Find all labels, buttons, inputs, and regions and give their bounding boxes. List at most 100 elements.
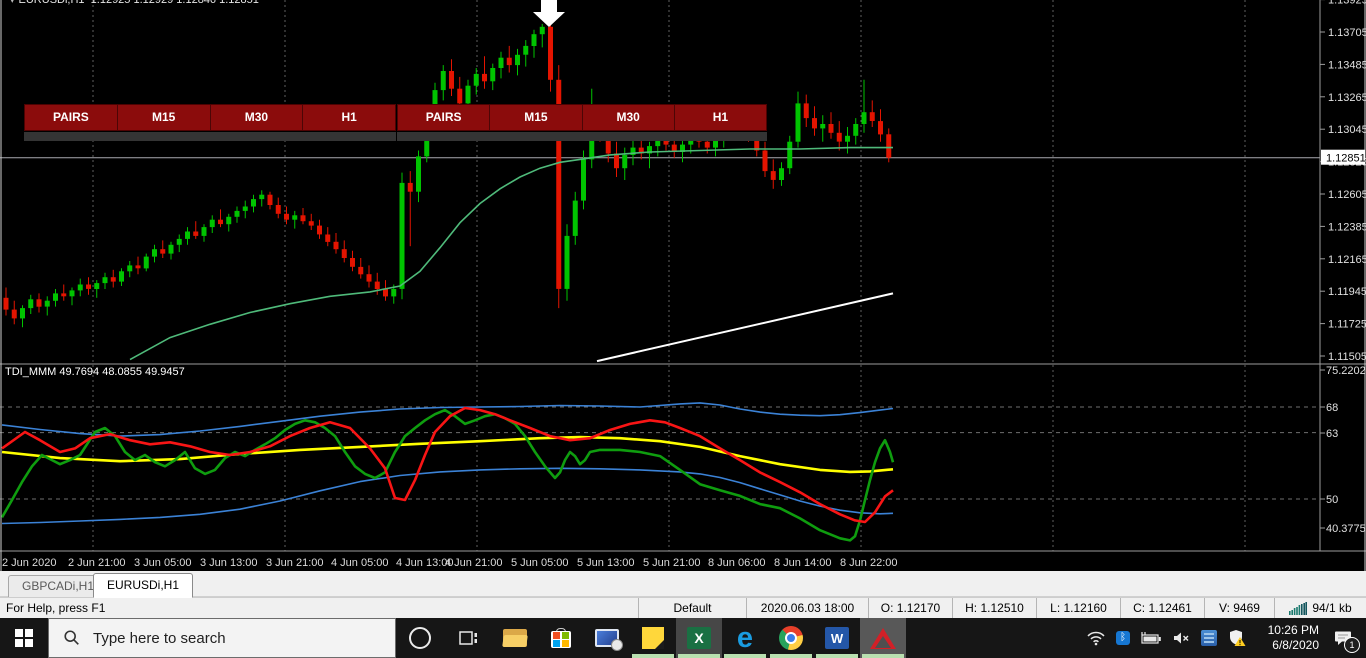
status-candle-time: 2020.06.03 18:00 (746, 598, 868, 618)
taskbar-clock[interactable]: 10:26 PM 6/8/2020 (1257, 623, 1319, 653)
application-window: 1.13925 1.13705 1.13485 1.13265 1.13045 1.128… (0, 0, 1366, 658)
svg-text:1.13485: 1.13485 (1328, 59, 1366, 71)
current-price-tag-text: 1.12851 (1326, 153, 1366, 165)
clock-time: 10:26 PM (1267, 623, 1319, 637)
remote-desktop-icon (595, 629, 623, 651)
chart-tab-bar: GBPCADi,H1 EURUSDi,H1 (0, 571, 1366, 598)
svg-text:1.11505: 1.11505 (1328, 351, 1366, 363)
taskbar-app-sticky-notes[interactable] (630, 618, 676, 658)
symbol-ohlc-text: EURUSDi,H1 1.12925 1.12929 1.12846 1.128… (18, 0, 259, 6)
taskbar-app-excel[interactable]: X (676, 618, 722, 658)
time-scale: 2 Jun 2020 2 Jun 21:00 3 Jun 05:00 3 Jun 13… (2, 557, 898, 569)
chart-background (0, 0, 1366, 571)
svg-text:63: 63 (1326, 428, 1338, 440)
taskbar-app-microsoft-store[interactable] (538, 618, 584, 658)
svg-text:5 Jun 05:00: 5 Jun 05:00 (511, 557, 569, 569)
pinned-apps: X e W (492, 618, 906, 658)
svg-text:40.3775: 40.3775 (1326, 523, 1366, 535)
taskbar-app-chrome[interactable] (768, 618, 814, 658)
security-shield-icon[interactable] (1228, 629, 1246, 647)
svg-text:1.11725: 1.11725 (1328, 319, 1366, 331)
svg-text:1.13045: 1.13045 (1328, 124, 1366, 136)
start-button[interactable] (0, 618, 48, 658)
svg-text:50: 50 (1326, 494, 1338, 506)
pairs-panel-1-row (24, 131, 396, 141)
svg-text:1.13925: 1.13925 (1328, 0, 1366, 7)
taskbar-app-metatrader[interactable] (860, 618, 906, 658)
svg-text:68: 68 (1326, 402, 1338, 414)
candlestick-chart[interactable]: 1.13925 1.13705 1.13485 1.13265 1.13045 1.128… (0, 0, 1366, 571)
dropdown-marker-icon: ▾ (10, 0, 15, 5)
svg-text:1.12385: 1.12385 (1328, 221, 1366, 233)
clock-date: 6/8/2020 (1272, 638, 1319, 652)
wifi-icon[interactable] (1087, 631, 1105, 646)
cortana-button[interactable] (396, 618, 444, 658)
status-profile[interactable]: Default (638, 598, 746, 618)
svg-text:2 Jun 2020: 2 Jun 2020 (2, 557, 56, 569)
running-indicator (816, 654, 858, 658)
chart-window[interactable]: 1.13925 1.13705 1.13485 1.13265 1.13045 1.128… (0, 0, 1366, 571)
svg-text:1.11945: 1.11945 (1328, 286, 1366, 298)
pairs-header-pairs: PAIRS (25, 105, 118, 130)
taskbar-app-word[interactable]: W (814, 618, 860, 658)
search-placeholder: Type here to search (93, 629, 226, 647)
pairs-header-h1: H1 (341, 110, 357, 124)
status-help-text: For Help, press F1 (6, 601, 106, 615)
excel-icon: X (687, 627, 711, 649)
status-bar: For Help, press F1 Default 2020.06.03 18… (0, 597, 1366, 618)
file-explorer-icon (502, 629, 528, 647)
cortana-icon (409, 627, 431, 649)
status-high: H: 1.12510 (952, 598, 1036, 618)
indicator-label: TDI_MMM 49.7694 48.0855 49.9457 (5, 366, 185, 378)
svg-text:75.2202: 75.2202 (1326, 365, 1366, 377)
running-indicator (632, 654, 674, 658)
windows-logo-icon (15, 629, 33, 647)
battery-icon[interactable] (1141, 632, 1162, 644)
status-network: 94/1 kb (1274, 598, 1366, 618)
running-indicator (678, 654, 720, 658)
svg-text:3 Jun 21:00: 3 Jun 21:00 (266, 557, 324, 569)
pairs-panel-1[interactable]: PAIRS M15 M30 H1 (24, 104, 396, 131)
pairs-header-m15: M15 (118, 105, 211, 130)
svg-text:1.12605: 1.12605 (1328, 189, 1366, 201)
traffic-bars-icon (1289, 601, 1308, 615)
svg-text:1.13705: 1.13705 (1328, 27, 1366, 39)
metatrader-icon (870, 627, 896, 649)
svg-text:3 Jun 05:00: 3 Jun 05:00 (134, 557, 192, 569)
task-view-button[interactable] (444, 618, 492, 658)
svg-text:3 Jun 13:00: 3 Jun 13:00 (200, 557, 258, 569)
search-icon (64, 630, 79, 645)
svg-text:1.13265: 1.13265 (1328, 92, 1366, 104)
symbol-title: ▾ EURUSDi,H1 1.12925 1.12929 1.12846 1.12… (10, 0, 259, 6)
svg-text:8 Jun 06:00: 8 Jun 06:00 (708, 557, 766, 569)
svg-text:8 Jun 22:00: 8 Jun 22:00 (840, 557, 898, 569)
tray-app-icon[interactable] (1201, 630, 1217, 646)
status-open: O: 1.12170 (868, 598, 952, 618)
pairs-header-pairs: PAIRS (398, 105, 491, 130)
pairs-panel-2-row (397, 131, 767, 141)
volume-muted-icon[interactable] (1173, 631, 1190, 645)
notification-badge: 1 (1344, 637, 1360, 653)
svg-text:8 Jun 14:00: 8 Jun 14:00 (774, 557, 832, 569)
taskbar-app-file-explorer[interactable] (492, 618, 538, 658)
pairs-header-m30: M30 (211, 105, 304, 130)
notification-center-button[interactable]: 1 (1330, 625, 1360, 653)
pairs-header-m15: M15 (490, 105, 583, 130)
chart-tab-eurusdi[interactable]: EURUSDi,H1 (93, 573, 194, 598)
svg-text:1.12165: 1.12165 (1328, 254, 1366, 266)
word-icon: W (825, 627, 849, 649)
bluetooth-icon[interactable]: ᛒ (1116, 631, 1130, 645)
svg-text:5 Jun 13:00: 5 Jun 13:00 (577, 557, 635, 569)
taskbar-search-box[interactable]: Type here to search (48, 618, 396, 658)
pairs-header-m30: M30 (583, 105, 675, 130)
status-low: L: 1.12160 (1036, 598, 1120, 618)
traffic-text: 94/1 kb (1312, 601, 1352, 615)
running-indicator (770, 654, 812, 658)
svg-text:2 Jun 21:00: 2 Jun 21:00 (68, 557, 126, 569)
taskbar-app-edge[interactable]: e (722, 618, 768, 658)
chrome-icon (779, 626, 803, 650)
taskbar-app-remote-desktop[interactable] (584, 618, 630, 658)
status-volume: V: 9469 (1204, 598, 1274, 618)
pairs-header-h1: H1 (712, 110, 729, 124)
pairs-panel-2[interactable]: PAIRS M15 M30 H1 (397, 104, 767, 131)
